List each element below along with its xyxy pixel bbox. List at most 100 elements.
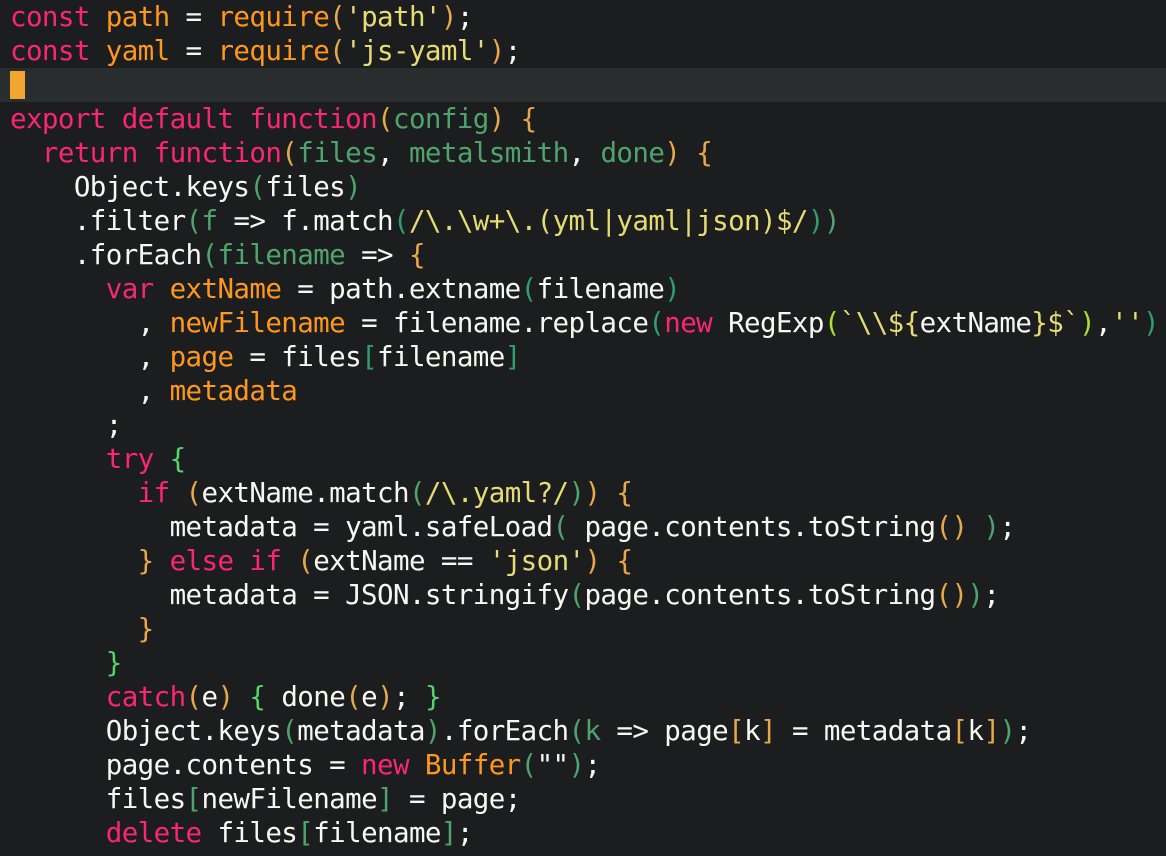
code-token: ( — [823, 307, 841, 339]
code-line[interactable]: } else if (extName == 'json') { — [0, 544, 1166, 578]
code-token: ( — [520, 273, 538, 305]
code-token: ) — [807, 205, 825, 237]
code-token: ; — [456, 1, 474, 33]
code-line[interactable]: return function(files, metalsmith, done)… — [0, 136, 1166, 170]
code-token: Buffer — [424, 749, 521, 781]
code-line[interactable]: delete files[filename]; — [0, 816, 1166, 850]
code-token: { — [169, 443, 187, 475]
code-token: `\\${ — [839, 307, 920, 339]
code-token: /\.yaml?/ — [424, 477, 569, 509]
code-line[interactable]: metadata = JSON.stringify(page.contents.… — [0, 578, 1166, 612]
code-token: [ — [951, 715, 969, 747]
code-token: k — [967, 715, 985, 747]
code-token: { — [616, 477, 633, 509]
code-token: ] — [440, 817, 458, 849]
code-token: page.contents.toString — [568, 511, 936, 543]
code-line[interactable]: .filter(f => f.match(/\.\w+\.(yml|yaml|j… — [0, 204, 1166, 238]
code-token: ) — [823, 205, 841, 237]
code-token: delete — [105, 817, 218, 849]
code-line[interactable]: , page = files[filename] — [0, 340, 1166, 374]
code-line[interactable]: catch(e) { done(e); } — [0, 680, 1166, 714]
code-token: ) — [568, 477, 586, 509]
code-token: { — [696, 137, 713, 169]
code-token: , — [568, 137, 601, 169]
code-token: .forEach — [10, 239, 202, 271]
code-token: () — [935, 511, 969, 543]
code-token: , — [377, 137, 409, 169]
code-token: if — [137, 477, 186, 509]
code-token: ( — [377, 103, 394, 135]
code-token: ) — [999, 715, 1016, 747]
code-token: return — [41, 137, 154, 169]
code-token: () — [935, 579, 969, 611]
code-line[interactable]: page.contents = new Buffer(""); — [0, 748, 1166, 782]
code-line[interactable]: ; — [0, 408, 1166, 442]
code-token: extName — [919, 307, 1032, 339]
code-token: done — [600, 137, 665, 169]
code-token: , — [1095, 307, 1112, 339]
code-token: ) — [983, 511, 1000, 543]
code-token: { — [408, 239, 426, 271]
current-code-line[interactable] — [0, 68, 1166, 102]
code-token: ( — [297, 545, 314, 577]
code-token: ( — [185, 681, 203, 713]
code-line[interactable]: const yaml = require('js-yaml'); — [0, 34, 1166, 68]
code-token: ) — [584, 545, 602, 577]
code-token: ( — [648, 307, 665, 339]
code-token: ( — [249, 171, 266, 203]
code-line[interactable]: } — [0, 646, 1166, 680]
code-line[interactable]: var extName = path.extname(filename) — [0, 272, 1166, 306]
code-line[interactable]: , newFilename = filename.replace(new Reg… — [0, 306, 1166, 340]
code-token: f — [201, 205, 219, 237]
code-token: ; — [1015, 715, 1032, 747]
code-token: try — [105, 443, 170, 475]
code-line[interactable]: try { — [0, 442, 1166, 476]
code-token: e — [361, 681, 378, 713]
code-token: files — [265, 171, 346, 203]
code-token: ( — [329, 35, 346, 67]
text-cursor — [10, 71, 25, 99]
code-token: = metadata — [776, 715, 952, 747]
code-line[interactable]: if (extName.match(/\.yaml?/)) { — [0, 476, 1166, 510]
code-token: ; — [10, 409, 123, 441]
code-token: ( — [201, 239, 218, 271]
code-line[interactable]: files[newFilename] = page; — [0, 782, 1166, 816]
code-token: newFilename — [169, 307, 346, 339]
code-token: require — [217, 35, 330, 67]
code-token: ) — [424, 715, 442, 747]
code-line[interactable]: const path = require('path'); — [0, 0, 1166, 34]
code-token: .filter — [10, 205, 186, 237]
code-token: } — [425, 681, 442, 713]
code-editor[interactable]: const path = require('path'); const yaml … — [0, 0, 1166, 856]
code-token: metadata — [169, 375, 298, 407]
code-token: path — [105, 1, 170, 33]
code-token: [ — [728, 715, 745, 747]
code-token: ) — [488, 35, 506, 67]
code-token: ( — [568, 715, 586, 747]
code-token: filename — [217, 239, 346, 271]
code-token: var — [105, 273, 170, 305]
code-token: function — [153, 137, 282, 169]
code-token: = page; — [393, 783, 521, 815]
code-token: ) — [440, 1, 458, 33]
code-token: = filename.replace — [345, 307, 649, 339]
code-token: ] — [760, 715, 777, 747]
code-line[interactable]: } — [0, 612, 1166, 646]
code-line[interactable]: metadata = yaml.safeLoad( page.contents.… — [0, 510, 1166, 544]
code-token: ) — [1079, 307, 1096, 339]
code-line[interactable]: .forEach(filename => { — [0, 238, 1166, 272]
code-line[interactable]: Object.keys(files) — [0, 170, 1166, 204]
code-token: ; — [393, 681, 426, 713]
code-line[interactable]: , metadata — [0, 374, 1166, 408]
code-line[interactable]: Object.keys(metadata).forEach(k => page[… — [0, 714, 1166, 748]
code-token: extName — [169, 273, 282, 305]
code-token: = path.extname — [281, 273, 521, 305]
code-token: ] — [377, 783, 394, 815]
code-line[interactable]: export default function(config) { — [0, 102, 1166, 136]
